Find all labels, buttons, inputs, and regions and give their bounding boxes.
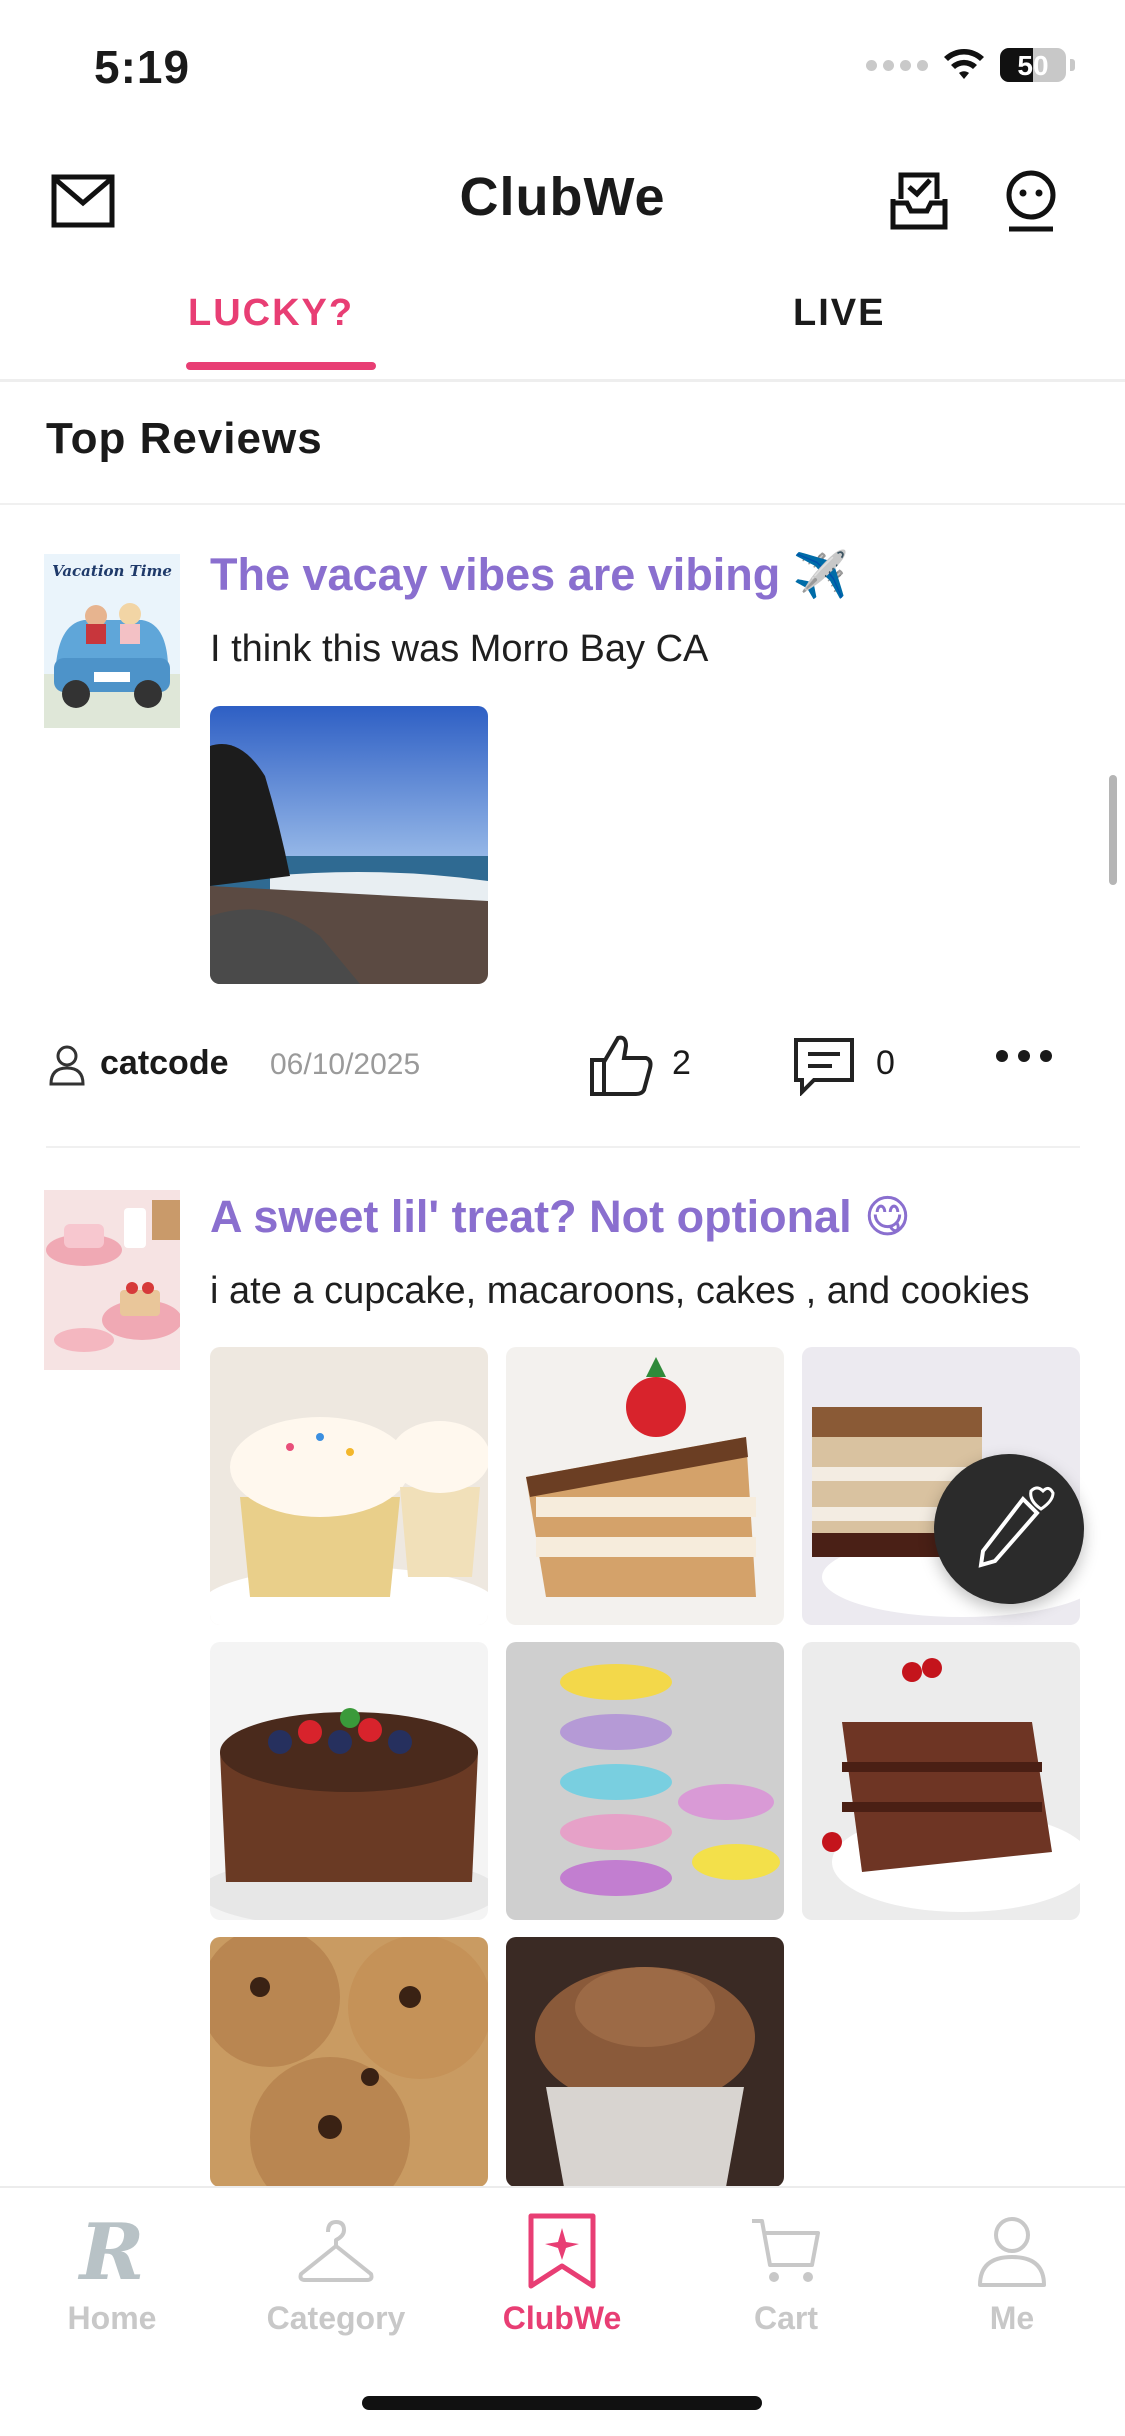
like-count: 2	[672, 1044, 691, 1082]
bookmark-star-icon	[462, 2206, 662, 2296]
tab-active-indicator	[186, 362, 376, 370]
comment-icon[interactable]	[792, 1036, 856, 1096]
comment-count: 0	[876, 1044, 895, 1082]
divider	[0, 503, 1125, 505]
svg-text:R: R	[78, 2215, 145, 2287]
battery-percent: 50	[1017, 50, 1049, 81]
status-bar: 5:19 50	[0, 0, 1125, 140]
chocolate-cake-photo[interactable]	[802, 1642, 1080, 1920]
nav-clubwe[interactable]: ClubWe	[462, 2206, 662, 2337]
post-photo[interactable]	[210, 706, 488, 984]
scrollbar[interactable]	[1109, 775, 1117, 885]
tab-live[interactable]: LIVE	[793, 292, 885, 335]
home-r-icon: R	[12, 2206, 212, 2296]
post-body: I think this was Morro Bay CA	[210, 628, 709, 670]
battery-icon: 50	[1000, 48, 1066, 82]
chocolate-cupcake-photo[interactable]	[506, 1937, 784, 2187]
person-icon	[912, 2206, 1112, 2296]
post-avatar[interactable]	[44, 1190, 180, 1370]
inbox-check-icon[interactable]	[884, 166, 954, 236]
author-name[interactable]: catcode	[100, 1044, 229, 1083]
post-date: 06/10/2025	[270, 1048, 421, 1081]
avatar-caption: Vacation Time	[52, 562, 172, 580]
thumbs-up-icon[interactable]	[588, 1032, 656, 1098]
status-time: 5:19	[94, 41, 191, 93]
cupcake-photo[interactable]	[210, 1347, 488, 1625]
support-face-icon[interactable]	[996, 166, 1066, 236]
nav-me[interactable]: Me	[912, 2206, 1112, 2337]
divider	[46, 1146, 1080, 1148]
nav-category[interactable]: Category	[236, 2206, 436, 2337]
top-tabs: LUCKY? LIVE	[0, 270, 1125, 382]
section-title: Top Reviews	[46, 414, 323, 463]
cellular-signal-icon	[866, 59, 928, 71]
cart-icon	[686, 2206, 886, 2296]
app-header: ClubWe	[0, 140, 1125, 260]
tab-lucky[interactable]: LUCKY?	[188, 292, 354, 335]
post-body: i ate a cupcake, macaroons, cakes , and …	[210, 1270, 1030, 1312]
post-title[interactable]: A sweet lil' treat? Not optional 😋	[210, 1190, 911, 1243]
nav-cart[interactable]: Cart	[686, 2206, 886, 2337]
user-icon	[49, 1045, 85, 1086]
hanger-icon	[236, 2206, 436, 2296]
status-indicators: 50	[866, 48, 1075, 82]
write-review-button[interactable]	[934, 1454, 1084, 1604]
berry-cake-photo[interactable]	[210, 1642, 488, 1920]
post-avatar[interactable]: Vacation Time	[44, 554, 180, 728]
pen-heart-icon	[978, 1486, 1055, 1568]
post-title[interactable]: The vacay vibes are vibing ✈️	[210, 548, 849, 601]
macarons-photo[interactable]	[506, 1642, 784, 1920]
post-meta: catcode 06/10/2025 2 0	[0, 1030, 1125, 1100]
home-indicator[interactable]	[362, 2396, 762, 2410]
page-title: ClubWe	[459, 167, 666, 227]
cookies-photo[interactable]	[210, 1937, 488, 2187]
nav-home[interactable]: R Home	[12, 2206, 212, 2337]
wifi-icon	[944, 49, 984, 79]
tiramisu-photo[interactable]	[506, 1347, 784, 1625]
more-options-icon[interactable]	[996, 1050, 1052, 1062]
